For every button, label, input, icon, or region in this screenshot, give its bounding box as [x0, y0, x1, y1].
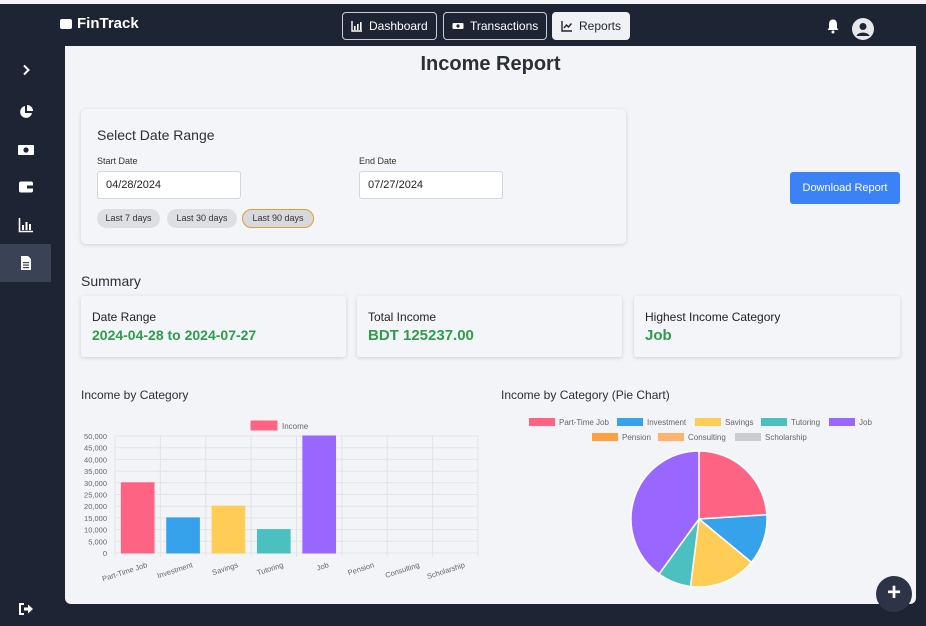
- chevron-right-icon: [22, 64, 30, 76]
- sidebar-item-transactions[interactable]: [0, 131, 51, 169]
- brand[interactable]: FinTrack: [60, 15, 139, 32]
- pie-legend-label: Part-Time Job: [559, 418, 609, 427]
- sidebar-item-analytics[interactable]: [0, 206, 51, 244]
- nav-dashboard-label: Dashboard: [369, 19, 428, 33]
- brand-name: FinTrack: [77, 15, 139, 32]
- sidebar-item-reports[interactable]: [0, 244, 51, 282]
- top-navbar: FinTrack Dashboard Transactions Reports: [0, 0, 926, 46]
- nav-reports-label: Reports: [579, 19, 622, 33]
- sidebar-item-dashboard[interactable]: [0, 93, 51, 131]
- pie-legend-swatch: [592, 433, 618, 441]
- bell-icon[interactable]: [825, 18, 841, 34]
- pie-slice-part-time-job: [698, 450, 768, 520]
- file-icon: [20, 256, 31, 270]
- pie-legend-label: Tutoring: [791, 418, 820, 427]
- money-bill-icon: [17, 145, 34, 155]
- sidebar: [0, 46, 51, 626]
- nav-dashboard[interactable]: Dashboard: [342, 12, 437, 40]
- nav-reports[interactable]: Reports: [552, 12, 631, 40]
- pie-legend-swatch: [658, 433, 684, 441]
- nav-transactions[interactable]: Transactions: [443, 12, 548, 40]
- pie-legend-swatch: [735, 433, 761, 441]
- pie-legend-label: Job: [859, 418, 872, 427]
- pie-legend-label: Scholarship: [765, 433, 807, 442]
- pie-legend-label: Investment: [647, 418, 687, 427]
- main-content: Income Report Select Date Range Start Da…: [65, 46, 916, 604]
- money-icon: [452, 23, 464, 29]
- pie-legend-swatch: [829, 418, 855, 426]
- pie-legend-swatch: [695, 418, 721, 426]
- trend-icon: [561, 21, 573, 32]
- pie-chart: Part-Time Job Investment Savings Tutoring Jo…: [529, 418, 872, 588]
- pie-legend-swatch: [761, 418, 787, 426]
- sidebar-item-wallet[interactable]: [0, 168, 51, 206]
- pie-chart-icon: [19, 105, 33, 118]
- logout-icon: [18, 603, 33, 615]
- pie-legend-swatch: [617, 418, 643, 426]
- sidebar-expand[interactable]: [0, 51, 51, 89]
- add-transaction-button[interactable]: +: [876, 576, 912, 612]
- pie-legend-label: Pension: [622, 433, 651, 442]
- wallet-icon: [18, 181, 33, 193]
- avatar[interactable]: [852, 18, 874, 40]
- bar-chart-icon: [18, 218, 33, 233]
- pie-legend-label: Savings: [725, 418, 753, 427]
- sidebar-logout[interactable]: [0, 590, 51, 626]
- pie-legend-swatch: [529, 418, 555, 426]
- pie-legend-label: Consulting: [688, 433, 726, 442]
- user-icon: [856, 23, 870, 36]
- nav-transactions-label: Transactions: [470, 19, 539, 33]
- wallet-icon: [60, 18, 72, 29]
- chart-icon: [351, 21, 362, 32]
